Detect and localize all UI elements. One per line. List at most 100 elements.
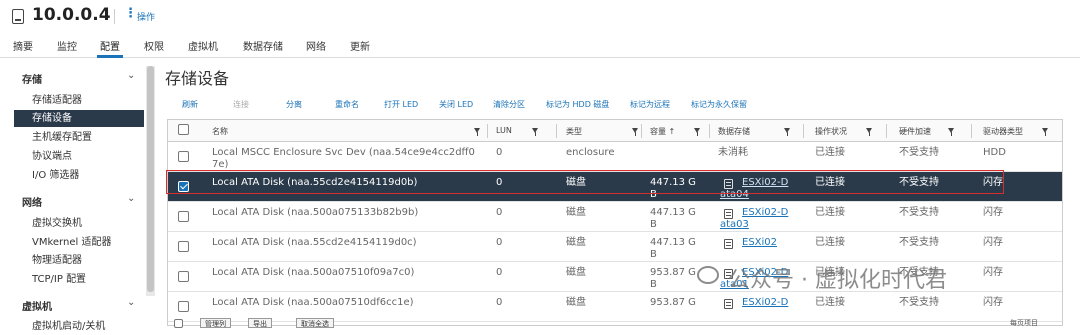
row-checkbox[interactable]	[178, 151, 189, 162]
sidebar-group-networking[interactable]: 网络	[22, 194, 42, 209]
tab-configure[interactable]: 配置	[97, 38, 123, 58]
datastore-link-line[interactable]: ata03	[720, 219, 749, 230]
device-name: Local ATA Disk (naa.500a07510f09a7c0)	[212, 267, 415, 278]
rename-button[interactable]: 重命名	[335, 99, 359, 110]
refresh-button[interactable]: 刷新	[182, 99, 198, 110]
sidebar-group-vms[interactable]: 虚拟机	[22, 298, 52, 313]
datastore-link[interactable]: ESXi02	[742, 237, 777, 249]
row-checkbox[interactable]	[178, 211, 189, 222]
tab-summary[interactable]: 摘要	[13, 38, 33, 53]
column-divider[interactable]	[803, 124, 804, 138]
mark-perennially-reserved-button[interactable]: 标记为永久保留	[691, 99, 747, 110]
column-divider[interactable]	[641, 124, 642, 138]
actions-menu-icon[interactable]: ⋮	[124, 7, 137, 21]
filter-icon[interactable]	[1042, 128, 1048, 136]
lun-value: 0	[496, 147, 503, 158]
device-name-line: 7e)	[212, 159, 229, 170]
chevron-down-icon[interactable]: ⌄	[127, 193, 135, 204]
filter-icon[interactable]	[866, 128, 872, 136]
column-header-type[interactable]: 类型	[566, 126, 582, 137]
lun-value: 0	[496, 207, 503, 218]
capacity-value: 447.13 GB	[650, 207, 696, 231]
sidebar-item-vm-startup[interactable]: 虚拟机启动/关机	[14, 318, 144, 335]
export-button[interactable]: 导出	[248, 318, 272, 328]
tab-updates[interactable]: 更新	[350, 38, 370, 53]
sidebar-item-io-filters[interactable]: I/O 筛选器	[14, 167, 144, 184]
turn-off-led-button[interactable]: 关闭 LED	[439, 99, 473, 110]
chevron-down-icon[interactable]: ⌄	[127, 70, 135, 81]
tab-networks[interactable]: 网络	[306, 38, 326, 53]
filter-icon[interactable]	[632, 128, 638, 136]
column-divider[interactable]	[487, 124, 488, 138]
select-all-checkbox[interactable]	[178, 124, 189, 135]
lun-value: 0	[496, 237, 503, 248]
mark-remote-button[interactable]: 标记为远程	[630, 99, 670, 110]
filter-icon[interactable]	[784, 128, 790, 136]
datastore-icon	[724, 239, 733, 249]
capacity-value: 953.87 GB	[650, 267, 696, 291]
column-divider[interactable]	[709, 124, 710, 138]
tab-bar: 摘要 监控 配置 权限 虚拟机 数据存储 网络 更新	[0, 36, 1080, 58]
sidebar-scrollbar[interactable]	[147, 66, 154, 292]
sidebar-item-virtual-switches[interactable]: 虚拟交换机	[14, 215, 144, 232]
selection-highlight-box	[166, 170, 1004, 194]
capacity-line: 447.13 G	[650, 207, 696, 218]
erase-partitions-button[interactable]: 清除分区	[493, 99, 525, 110]
device-name: Local ATA Disk (naa.55cd2e4154119d0c)	[212, 237, 417, 248]
filter-icon[interactable]	[474, 128, 480, 136]
tab-vms[interactable]: 虚拟机	[188, 38, 218, 53]
column-header-name[interactable]: 名称	[212, 126, 228, 137]
attach-button[interactable]: 连接	[233, 99, 249, 110]
divider	[114, 9, 115, 24]
table-row[interactable]: Local ATA Disk (naa.500a075133b82b9b) 0 …	[168, 202, 1062, 232]
footer-checkbox[interactable]	[174, 319, 183, 328]
row-checkbox[interactable]	[178, 271, 189, 282]
column-divider[interactable]	[556, 124, 557, 138]
page-title: 存储设备	[165, 69, 230, 88]
column-header-status[interactable]: 操作状况	[815, 126, 847, 137]
capacity-line: 953.87 G	[650, 267, 696, 278]
sidebar-item-vmkernel-adapters[interactable]: VMkernel 适配器	[14, 234, 144, 251]
deselect-all-button[interactable]: 取消全选	[296, 318, 334, 328]
row-checkbox[interactable]	[178, 241, 189, 252]
actions-menu[interactable]: 操作	[137, 10, 155, 23]
column-header-lun[interactable]: LUN	[496, 126, 512, 135]
sidebar-item-storage-devices[interactable]: 存储设备	[14, 110, 144, 127]
tab-permissions[interactable]: 权限	[144, 38, 164, 53]
datastore-value: 未消耗	[718, 147, 748, 158]
column-header-datastore[interactable]: 数据存储	[718, 126, 750, 137]
column-header-drive-type[interactable]: 驱动器类型	[983, 126, 1023, 137]
detach-button[interactable]: 分离	[286, 99, 302, 110]
table-row[interactable]: Local MSCC Enclosure Svc Dev (naa.54ce9e…	[168, 142, 1062, 172]
sidebar-group-storage[interactable]: 存储	[22, 71, 42, 86]
column-header-capacity[interactable]: 容量 ↑	[650, 126, 675, 137]
column-divider[interactable]	[971, 124, 972, 138]
drive-type-value: 闪存	[983, 207, 1003, 218]
datastore-link-line[interactable]: ESXi02-D	[742, 297, 788, 308]
row-checkbox[interactable]	[178, 301, 189, 312]
filter-icon[interactable]	[948, 128, 954, 136]
column-divider[interactable]	[886, 124, 887, 138]
datastore-link[interactable]: ESXi02-D ata03	[720, 207, 788, 231]
datastore-icon	[724, 299, 733, 309]
datastore-link-line[interactable]: ESXi02	[742, 237, 777, 248]
capacity-line: B	[650, 219, 657, 230]
filter-icon[interactable]	[694, 128, 700, 136]
sidebar-item-host-cache[interactable]: 主机缓存配置	[14, 129, 144, 146]
manage-columns-button[interactable]: 管理列	[200, 318, 231, 328]
sidebar-item-tcpip-config[interactable]: TCP/IP 配置	[14, 271, 144, 288]
filter-icon[interactable]	[532, 128, 538, 136]
sidebar-item-physical-adapters[interactable]: 物理适配器	[14, 252, 144, 269]
table-row[interactable]: Local ATA Disk (naa.55cd2e4154119d0c) 0 …	[168, 232, 1062, 262]
device-name: Local ATA Disk (naa.500a075133b82b9b)	[212, 207, 419, 218]
column-header-hw-accel[interactable]: 硬件加速	[899, 126, 931, 137]
chevron-down-icon[interactable]: ⌄	[127, 297, 135, 308]
turn-on-led-button[interactable]: 打开 LED	[384, 99, 418, 110]
datastore-link-line[interactable]: ESXi02-D	[742, 207, 788, 218]
tab-datastores[interactable]: 数据存储	[243, 38, 283, 53]
datastore-link[interactable]: ESXi02-D	[742, 297, 788, 309]
sidebar-item-protocol-endpoints[interactable]: 协议端点	[14, 148, 144, 165]
tab-monitor[interactable]: 监控	[57, 38, 77, 53]
mark-hdd-button[interactable]: 标记为 HDD 磁盘	[546, 99, 609, 110]
sidebar-item-storage-adapters[interactable]: 存储适配器	[14, 92, 144, 109]
